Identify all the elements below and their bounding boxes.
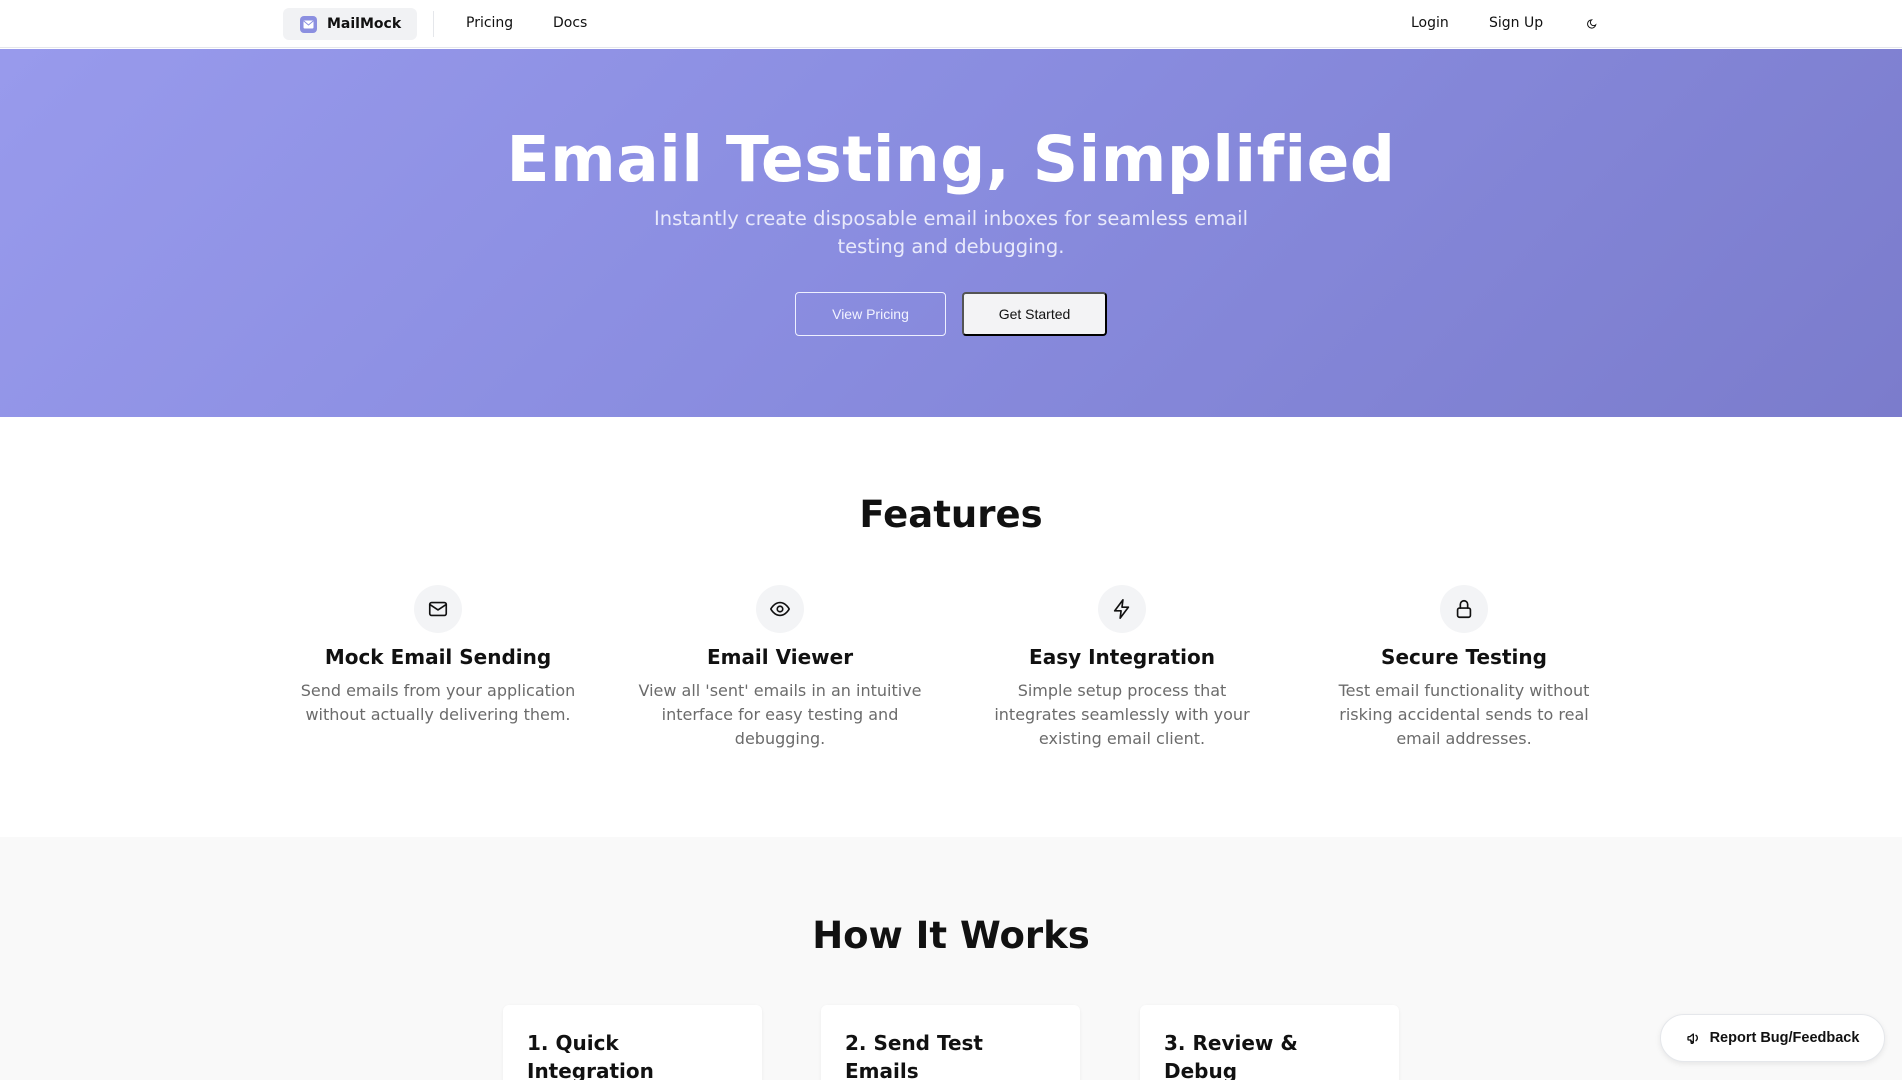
feature-description: View all 'sent' emails in an intuitive i…	[638, 681, 922, 748]
feature-card: Mock Email Sending Send emails from your…	[278, 585, 598, 727]
feature-card: Email Viewer View all 'sent' emails in a…	[620, 585, 940, 751]
feature-title: Easy Integration	[1029, 645, 1215, 669]
feature-title: Mock Email Sending	[324, 645, 552, 669]
theme-toggle-button[interactable]	[1584, 16, 1600, 32]
moon-icon	[1586, 17, 1598, 32]
signup-link[interactable]: Sign Up	[1489, 15, 1543, 31]
hero-title: Email Testing, Simplified	[506, 123, 1396, 196]
step-title: 1. Quick Integration	[527, 1031, 654, 1080]
report-bug-feedback-button[interactable]: Report Bug/Feedback	[1660, 1014, 1885, 1062]
nav-link-docs[interactable]: Docs	[553, 15, 587, 31]
step-card: 1. Quick Integration	[503, 1005, 762, 1080]
navbar: MailMock Pricing Docs Login Sign Up	[0, 0, 1902, 48]
view-pricing-button[interactable]: View Pricing	[795, 292, 946, 336]
feature-title: Secure Testing	[1381, 645, 1547, 669]
brand-logo-button[interactable]: MailMock	[283, 8, 417, 40]
nav-link-pricing[interactable]: Pricing	[466, 15, 513, 31]
step-title: 3. Review & Debug	[1164, 1031, 1298, 1080]
hero-section: Email Testing, Simplified Instantly crea…	[0, 49, 1902, 417]
feature-title: Email Viewer	[706, 645, 854, 669]
feature-card: Easy Integration Simple setup process th…	[962, 585, 1282, 751]
get-started-button[interactable]: Get Started	[962, 292, 1107, 336]
mail-icon	[414, 585, 462, 633]
step-card: 2. Send Test Emails	[821, 1005, 1080, 1080]
how-it-works-section: How It Works 1. Quick Integration 2. Sen…	[0, 837, 1902, 1080]
eye-icon	[756, 585, 804, 633]
lightning-icon	[1098, 585, 1146, 633]
features-title: Features	[859, 493, 1043, 536]
megaphone-icon	[1686, 1030, 1702, 1046]
feedback-label: Report Bug/Feedback	[1709, 1030, 1860, 1046]
lock-icon	[1440, 585, 1488, 633]
feature-description: Test email functionality without risking…	[1338, 681, 1590, 748]
feature-description: Simple setup process that integrates sea…	[994, 681, 1250, 748]
step-card: 3. Review & Debug	[1140, 1005, 1399, 1080]
login-link[interactable]: Login	[1411, 15, 1449, 31]
step-title: 2. Send Test Emails	[845, 1031, 983, 1080]
feature-description: Send emails from your application withou…	[300, 681, 576, 724]
mail-logo-icon	[300, 15, 317, 33]
brand-name: MailMock	[327, 16, 402, 32]
hero-subtitle: Instantly create disposable email inboxe…	[653, 207, 1249, 258]
feature-card: Secure Testing Test email functionality …	[1304, 585, 1624, 751]
features-section: Features Mock Email Sending Send emails …	[0, 417, 1902, 837]
how-it-works-title: How It Works	[812, 914, 1090, 957]
nav-divider	[433, 11, 434, 37]
